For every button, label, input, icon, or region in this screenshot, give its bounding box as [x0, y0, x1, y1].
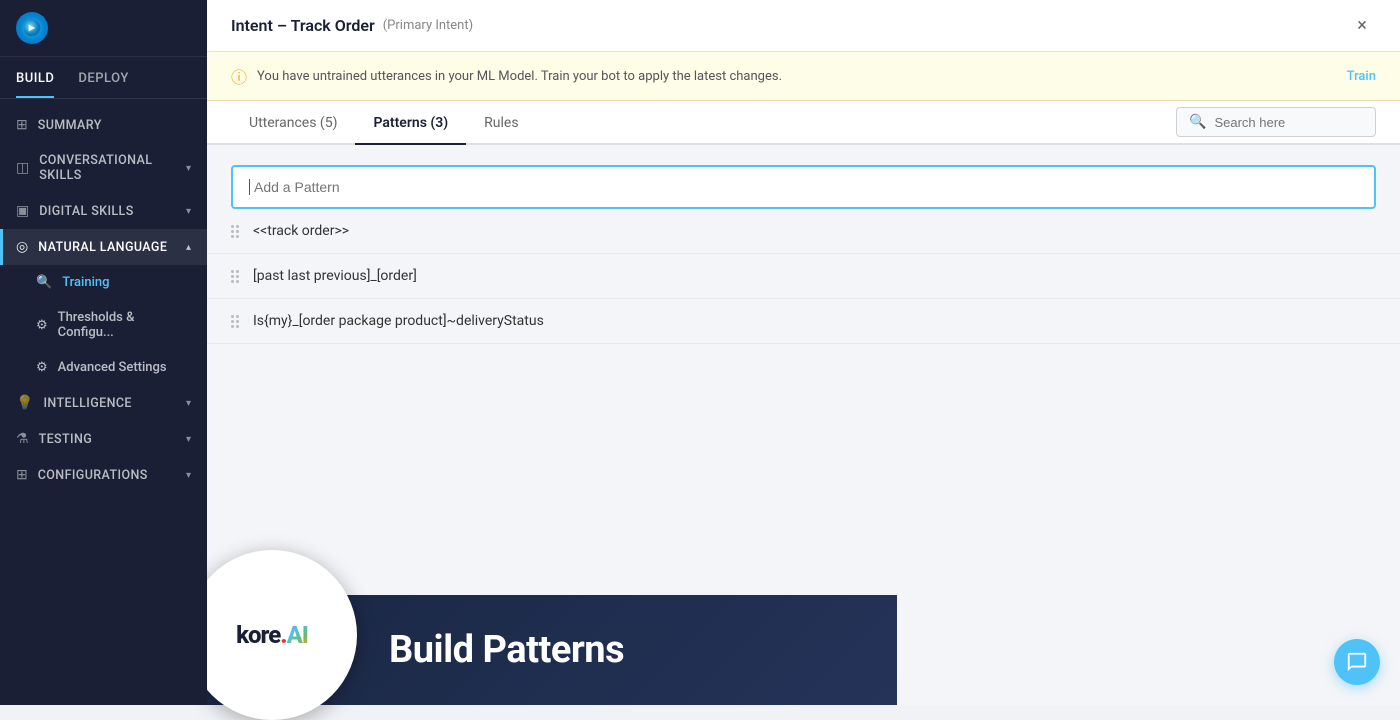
sidebar-item-label: NATURAL LANGUAGE [38, 240, 176, 255]
sidebar-item-label: DIGITAL SKILLS [39, 204, 176, 219]
chevron-up-icon: ▴ [186, 242, 191, 253]
sidebar-item-label: INTELLIGENCE [43, 396, 176, 411]
tab-patterns[interactable]: Patterns (3) [355, 101, 466, 145]
add-pattern-row[interactable] [231, 165, 1376, 209]
pattern-text: <<track order>> [253, 223, 349, 239]
page-title: Intent – Track Order [231, 16, 375, 35]
settings-sub-icon: ⚙ [36, 318, 48, 333]
header-bar: Intent – Track Order (Primary Intent) × [207, 0, 1400, 52]
sidebar-item-digital-skills[interactable]: ▣ DIGITAL SKILLS ▾ [0, 193, 207, 229]
main-content: Intent – Track Order (Primary Intent) × … [207, 0, 1400, 705]
page-subtitle: (Primary Intent) [383, 18, 473, 33]
tab-bar: Utterances (5) Patterns (3) Rules 🔍 [207, 101, 1400, 145]
search-box[interactable]: 🔍 [1176, 107, 1376, 137]
sidebar-item-summary[interactable]: ⊞ SUMMARY [0, 107, 207, 143]
sidebar-item-label: Advanced Settings [58, 360, 191, 375]
tab-build[interactable]: BUILD [16, 57, 54, 98]
app-logo [16, 12, 48, 44]
pattern-row[interactable]: <<track order>> [207, 209, 1400, 254]
pattern-list: <<track order>> [past last previous]_[or… [207, 209, 1400, 344]
tab-utterances[interactable]: Utterances (5) [231, 101, 355, 145]
sidebar-item-label: Training [62, 275, 191, 290]
sidebar-item-advanced-settings[interactable]: ⚙ Advanced Settings [0, 350, 207, 385]
sidebar-item-intelligence[interactable]: 💡 INTELLIGENCE ▾ [0, 385, 207, 421]
train-link[interactable]: Train [1347, 69, 1376, 84]
chevron-down-icon: ▾ [186, 163, 191, 174]
flask-icon: ⚗ [16, 431, 29, 447]
monitor-icon: ▣ [16, 203, 29, 219]
sidebar-item-label: Thresholds & Configu... [58, 310, 191, 340]
layers-icon: ◫ [16, 160, 29, 176]
drag-handle[interactable] [231, 315, 239, 328]
grid-icon: ⊞ [16, 117, 28, 133]
sidebar-item-label: SUMMARY [38, 118, 191, 133]
text-cursor [249, 179, 250, 195]
gear-icon: ⚙ [36, 360, 48, 375]
settings-icon: ⊞ [16, 467, 28, 483]
tab-rules[interactable]: Rules [466, 101, 536, 145]
sidebar-item-configurations[interactable]: ⊞ CONFIGURATIONS ▾ [0, 457, 207, 493]
sidebar-item-thresholds[interactable]: ⚙ Thresholds & Configu... [0, 300, 207, 350]
alert-message: You have untrained utterances in your ML… [257, 69, 1337, 84]
chevron-down-icon: ▾ [186, 434, 191, 445]
sidebar-menu: ⊞ SUMMARY ◫ CONVERSATIONAL SKILLS ▾ ▣ DI… [0, 99, 207, 545]
pattern-row[interactable]: [past last previous]_[order] [207, 254, 1400, 299]
bulb-icon: 💡 [16, 395, 33, 411]
pattern-text: [past last previous]_[order] [253, 268, 417, 284]
chevron-down-icon: ▾ [186, 206, 191, 217]
drag-handle[interactable] [231, 270, 239, 283]
search-sub-icon: 🔍 [36, 275, 52, 290]
sidebar-item-natural-language[interactable]: ◎ NATURAL LANGUAGE ▴ [0, 229, 207, 265]
bottom-banner: kore.AI Build Patterns [207, 595, 897, 705]
sidebar-brand-area [0, 545, 207, 705]
globe-icon: ◎ [16, 239, 28, 255]
pattern-row[interactable]: Is{my}_[order package product]~deliveryS… [207, 299, 1400, 344]
close-button[interactable]: × [1348, 12, 1376, 40]
add-pattern-input[interactable] [254, 179, 1358, 195]
chevron-down-icon: ▾ [186, 398, 191, 409]
search-input[interactable] [1214, 115, 1354, 130]
chevron-down-icon: ▾ [186, 470, 191, 481]
warning-icon: ⓘ [231, 64, 247, 88]
brand-circle: kore.AI [187, 550, 357, 720]
search-icon: 🔍 [1189, 114, 1206, 130]
sidebar-item-label: CONFIGURATIONS [38, 468, 176, 483]
top-nav-tabs: BUILD DEPLOY [0, 57, 145, 98]
sidebar-item-conversational-skills[interactable]: ◫ CONVERSATIONAL SKILLS ▾ [0, 143, 207, 193]
sidebar-item-label: CONVERSATIONAL SKILLS [39, 153, 176, 183]
sidebar-item-testing[interactable]: ⚗ TESTING ▾ [0, 421, 207, 457]
sidebar-top-nav [0, 0, 207, 57]
sidebar-item-training[interactable]: 🔍 Training [0, 265, 207, 300]
tabs-container: Utterances (5) Patterns (3) Rules [231, 101, 537, 143]
tab-deploy[interactable]: DEPLOY [78, 57, 128, 98]
banner-label: Build Patterns [389, 628, 624, 672]
sidebar-item-label: TESTING [39, 432, 176, 447]
sidebar: BUILD DEPLOY ⊞ SUMMARY ◫ CONVERSATIONAL … [0, 0, 207, 705]
alert-banner: ⓘ You have untrained utterances in your … [207, 52, 1400, 101]
chat-button[interactable] [1334, 639, 1380, 685]
drag-handle[interactable] [231, 225, 239, 238]
pattern-text: Is{my}_[order package product]~deliveryS… [253, 313, 544, 329]
